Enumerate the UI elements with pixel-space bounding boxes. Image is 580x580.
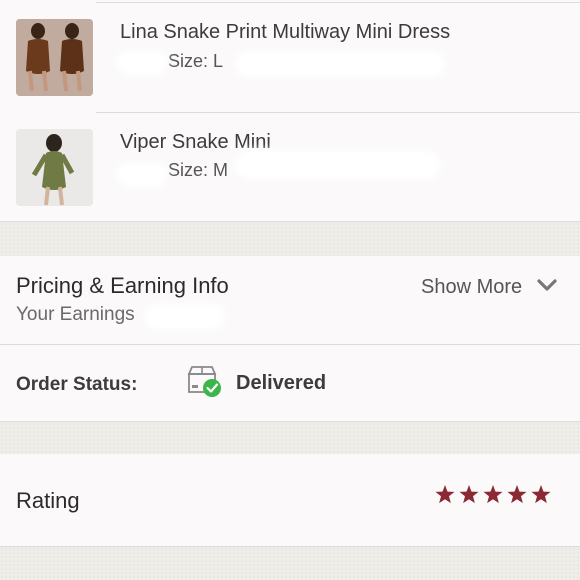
chevron-down-icon[interactable] <box>537 278 557 294</box>
items-divider <box>96 112 580 113</box>
section-gap-3 <box>0 547 580 580</box>
redaction-3 <box>240 156 435 174</box>
item-size-2: Size: M <box>168 160 229 180</box>
box-check-icon <box>187 366 221 397</box>
pricing-title: Pricing & Earning Info <box>16 273 229 298</box>
section-gap-1 <box>0 222 580 256</box>
item-name-2[interactable]: Viper Snake Mini <box>120 131 271 154</box>
redaction-4 <box>122 168 162 182</box>
item-thumbnail-1[interactable] <box>16 19 93 96</box>
rating-stars <box>435 485 551 504</box>
redaction-2 <box>122 56 162 70</box>
order-status-value: Delivered <box>236 372 327 394</box>
pricing-card <box>0 256 580 344</box>
star-icon <box>435 485 455 504</box>
star-icon <box>459 485 479 504</box>
item-thumbnail-2[interactable] <box>16 129 93 206</box>
earnings-label: Your Earnings <box>16 304 135 325</box>
redaction-1 <box>240 56 440 72</box>
item-size-1: Size: L <box>168 51 224 71</box>
section-gap-2 <box>0 422 580 454</box>
star-icon <box>531 485 551 504</box>
items-divider-top <box>96 2 580 3</box>
star-icon <box>507 485 527 504</box>
rating-title: Rating <box>16 488 80 513</box>
show-more-button[interactable]: Show More <box>421 276 522 299</box>
item-name-1[interactable]: Lina Snake Print Multiway Mini Dress <box>120 21 450 44</box>
redaction-5 <box>150 310 220 324</box>
order-status-label: Order Status: <box>16 374 138 395</box>
star-icon <box>483 485 503 504</box>
